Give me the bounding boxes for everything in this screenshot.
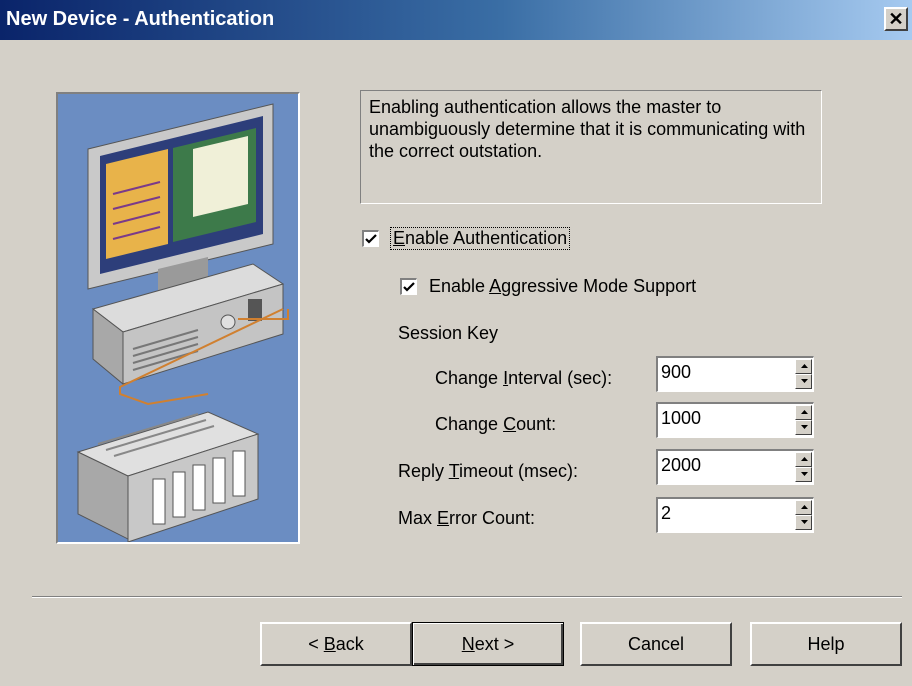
spin-up-button[interactable]	[795, 359, 812, 374]
max-error-count-label: Max Error Count:	[398, 508, 536, 528]
enable-authentication-label: Enable Authentication	[389, 227, 571, 250]
close-button[interactable]: ✕	[884, 7, 908, 31]
max-error-count-input[interactable]: 2	[661, 503, 671, 524]
enable-aggressive-mode-label: Enable Aggressive Mode Support	[429, 276, 697, 296]
change-interval-spinner[interactable]: 900	[656, 356, 814, 392]
checkmark-icon	[365, 234, 377, 244]
cancel-button[interactable]: Cancel	[580, 622, 732, 666]
illustration-graphic	[58, 94, 298, 542]
next-button[interactable]: Next >	[412, 622, 564, 666]
spin-up-arrow-icon	[801, 505, 808, 509]
enable-aggressive-mode-checkbox[interactable]: Enable Aggressive Mode Support	[400, 276, 696, 297]
spin-up-arrow-icon	[801, 410, 808, 414]
spin-up-button[interactable]	[795, 405, 812, 420]
spin-down-arrow-icon	[801, 425, 808, 429]
spin-up-button[interactable]	[795, 452, 812, 467]
description-box: Enabling authentication allows the maste…	[360, 90, 822, 204]
change-interval-label: Change Interval (sec):	[435, 368, 613, 388]
reply-timeout-spinner[interactable]: 2000	[656, 449, 814, 485]
footer-separator	[32, 596, 902, 598]
change-count-spinner[interactable]: 1000	[656, 402, 814, 438]
spin-down-arrow-icon	[801, 472, 808, 476]
reply-timeout-label: Reply Timeout (msec):	[398, 461, 579, 481]
spin-down-arrow-icon	[801, 520, 808, 524]
spin-up-button[interactable]	[795, 500, 812, 515]
checkmark-icon	[403, 282, 415, 292]
session-key-label: Session Key	[398, 323, 499, 343]
spin-down-button[interactable]	[795, 420, 812, 435]
spin-down-button[interactable]	[795, 374, 812, 389]
spin-down-arrow-icon	[801, 379, 808, 383]
max-error-count-spinner[interactable]: 2	[656, 497, 814, 533]
enable-authentication-box[interactable]	[362, 230, 379, 247]
close-icon: ✕	[888, 9, 904, 29]
enable-aggressive-mode-box[interactable]	[400, 278, 417, 295]
change-count-input[interactable]: 1000	[661, 408, 701, 429]
computer-plc-illustration	[56, 92, 300, 544]
spin-up-arrow-icon	[801, 364, 808, 368]
change-count-label: Change Count:	[435, 414, 557, 434]
back-button[interactable]: < Back	[260, 622, 412, 666]
enable-authentication-checkbox[interactable]: Enable Authentication	[362, 227, 571, 250]
spin-up-arrow-icon	[801, 457, 808, 461]
spin-down-button[interactable]	[795, 467, 812, 482]
help-button[interactable]: Help	[750, 622, 902, 666]
change-interval-input[interactable]: 900	[661, 362, 691, 383]
spin-down-button[interactable]	[795, 515, 812, 530]
title-bar: New Device - Authentication ✕	[0, 0, 912, 40]
reply-timeout-input[interactable]: 2000	[661, 455, 701, 476]
window-title: New Device - Authentication	[6, 8, 275, 30]
